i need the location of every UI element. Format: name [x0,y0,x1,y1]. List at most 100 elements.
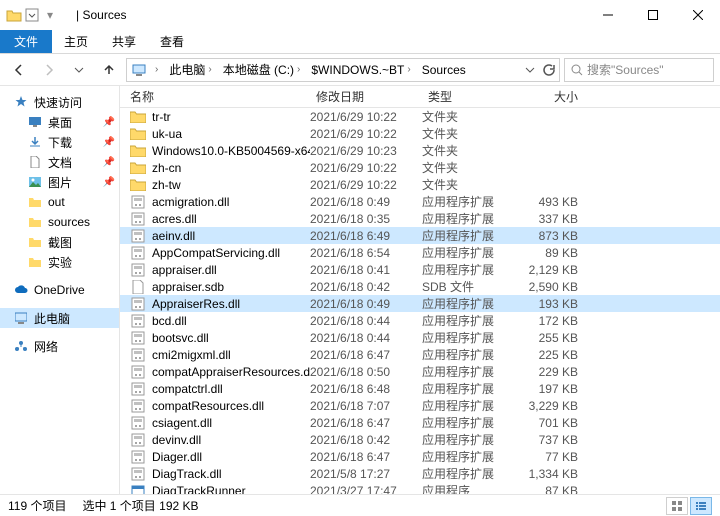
file-row[interactable]: AppCompatServicing.dll2021/6/18 6:54应用程序… [120,244,720,261]
file-row[interactable]: compatResources.dll2021/6/18 7:07应用程序扩展3… [120,397,720,414]
nav-documents[interactable]: 文档📌 [0,152,119,172]
file-name: tr-tr [152,110,171,124]
status-count: 119 个项目 [8,497,66,514]
pin-icon: 📌 [103,177,115,188]
file-row[interactable]: compatAppraiserResources.dll2021/6/18 0:… [120,363,720,380]
maximize-button[interactable] [630,1,675,29]
file-type: 应用程序扩展 [422,227,514,244]
file-size: 1,334 KB [514,467,584,481]
folder-icon [130,110,146,124]
address-dropdown-icon[interactable] [525,65,535,75]
tab-file[interactable]: 文件 [0,30,52,53]
qat-dropdown-icon[interactable] [24,7,40,23]
file-type: 应用程序扩展 [422,193,514,210]
file-name: DiagTrack.dll [152,467,222,481]
nav-screenshots[interactable]: 截图 [0,232,119,252]
file-name: bootsvc.dll [152,331,209,345]
file-type: 应用程序扩展 [422,380,514,397]
nav-forward-button[interactable] [36,58,62,82]
ribbon-tabs: 文件 主页 共享 查看 [0,30,720,54]
tab-view[interactable]: 查看 [148,30,196,53]
view-large-icons[interactable] [666,497,688,515]
file-date: 2021/6/18 0:42 [310,280,422,294]
file-row[interactable]: appraiser.dll2021/6/18 0:41应用程序扩展2,129 K… [120,261,720,278]
file-row[interactable]: DiagTrackRunner2021/3/27 17:47应用程序87 KB [120,482,720,494]
file-name: Windows10.0-KB5004569-x64 [152,144,310,158]
file-row[interactable]: aeinv.dll2021/6/18 6:49应用程序扩展873 KB [120,227,720,244]
crumb-thispc[interactable]: 此电脑› [166,61,217,78]
dll-icon [130,365,146,379]
dll-icon [130,297,146,311]
file-row[interactable]: csiagent.dll2021/6/18 6:47应用程序扩展701 KB [120,414,720,431]
file-row[interactable]: Windows10.0-KB5004569-x642021/6/29 10:23… [120,142,720,159]
file-date: 2021/6/18 6:54 [310,246,422,260]
file-date: 2021/6/29 10:22 [310,110,422,124]
col-size[interactable]: 大小 [514,88,584,105]
column-headers[interactable]: 名称 修改日期 类型 大小 [120,86,720,108]
file-name: aeinv.dll [152,229,195,243]
file-row[interactable]: AppraiserRes.dll2021/6/18 0:49应用程序扩展193 … [120,295,720,312]
file-row[interactable]: tr-tr2021/6/29 10:22文件夹 [120,108,720,125]
minimize-button[interactable] [585,1,630,29]
file-date: 2021/6/29 10:22 [310,178,422,192]
file-row[interactable]: acmigration.dll2021/6/18 0:49应用程序扩展493 K… [120,193,720,210]
file-name: csiagent.dll [152,416,212,430]
crumb-sources[interactable]: Sources [419,63,469,77]
nav-up-button[interactable] [96,58,122,82]
dll-icon [130,246,146,260]
file-row[interactable]: Diager.dll2021/6/18 6:47应用程序扩展77 KB [120,448,720,465]
nav-this-pc[interactable]: 此电脑 [0,308,119,328]
nav-sources[interactable]: sources [0,212,119,232]
file-date: 2021/6/29 10:22 [310,127,422,141]
file-name: Diager.dll [152,450,202,464]
nav-quick-access[interactable]: 快速访问 [0,92,119,112]
file-type: 应用程序扩展 [422,346,514,363]
file-name: cmi2migxml.dll [152,348,231,362]
dll-icon [130,331,146,345]
nav-pictures[interactable]: 图片📌 [0,172,119,192]
col-date[interactable]: 修改日期 [310,88,422,105]
file-row[interactable]: devinv.dll2021/6/18 0:42应用程序扩展737 KB [120,431,720,448]
nav-history-dropdown[interactable] [66,58,92,82]
file-row[interactable]: zh-tw2021/6/29 10:22文件夹 [120,176,720,193]
search-input[interactable]: 搜索"Sources" [564,58,714,82]
refresh-icon[interactable] [541,63,555,77]
file-row[interactable]: compatctrl.dll2021/6/18 6:48应用程序扩展197 KB [120,380,720,397]
dll-icon [130,263,146,277]
col-type[interactable]: 类型 [422,88,514,105]
crumb-drive[interactable]: 本地磁盘 (C:)› [220,61,307,78]
file-date: 2021/6/18 6:48 [310,382,422,396]
crumb-windowsbt[interactable]: $WINDOWS.~BT› [308,63,416,77]
download-icon [28,135,42,149]
qat-separator: ▾ [42,7,58,23]
file-row[interactable]: DiagTrack.dll2021/5/8 17:27应用程序扩展1,334 K… [120,465,720,482]
file-size: 87 KB [514,484,584,495]
file-row[interactable]: appraiser.sdb2021/6/18 0:42SDB 文件2,590 K… [120,278,720,295]
nav-network[interactable]: 网络 [0,336,119,356]
address-bar[interactable]: › 此电脑› 本地磁盘 (C:)› $WINDOWS.~BT› Sources [126,58,560,82]
nav-back-button[interactable] [6,58,32,82]
tab-home[interactable]: 主页 [52,30,100,53]
file-row[interactable]: bcd.dll2021/6/18 0:44应用程序扩展172 KB [120,312,720,329]
nav-out[interactable]: out [0,192,119,212]
nav-onedrive[interactable]: OneDrive [0,280,119,300]
close-button[interactable] [675,1,720,29]
col-name[interactable]: 名称 [120,88,310,105]
file-name: compatctrl.dll [152,382,223,396]
dll-icon [130,382,146,396]
file-row[interactable]: zh-cn2021/6/29 10:22文件夹 [120,159,720,176]
file-date: 2021/6/18 7:07 [310,399,422,413]
cloud-icon [14,283,28,297]
nav-downloads[interactable]: 下载📌 [0,132,119,152]
file-row[interactable]: acres.dll2021/6/18 0:35应用程序扩展337 KB [120,210,720,227]
file-row[interactable]: bootsvc.dll2021/6/18 0:44应用程序扩展255 KB [120,329,720,346]
nav-experiment[interactable]: 实验 [0,252,119,272]
view-details[interactable] [690,497,712,515]
file-type: 应用程序扩展 [422,363,514,380]
file-row[interactable]: cmi2migxml.dll2021/6/18 6:47应用程序扩展225 KB [120,346,720,363]
thispc-icon [131,62,147,78]
file-row[interactable]: uk-ua2021/6/29 10:22文件夹 [120,125,720,142]
tab-share[interactable]: 共享 [100,30,148,53]
nav-desktop[interactable]: 桌面📌 [0,112,119,132]
network-icon [14,339,28,353]
